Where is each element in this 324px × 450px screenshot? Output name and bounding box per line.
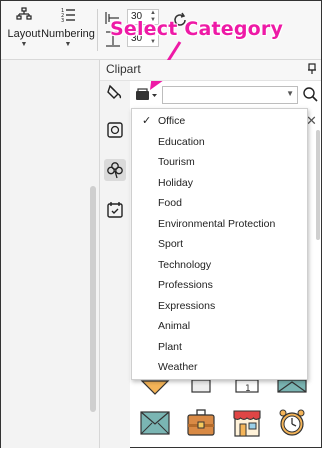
menu-item-tourism[interactable]: Tourism [132, 152, 307, 172]
search-icon [303, 87, 318, 102]
left-scrollbar[interactable] [90, 186, 96, 412]
menu-item-food[interactable]: Food [132, 193, 307, 213]
menu-item-label: Tourism [158, 156, 195, 168]
menu-item-education[interactable]: Education [132, 132, 307, 152]
menu-item-label: Food [158, 197, 182, 209]
menu-item-technology[interactable]: Technology [132, 255, 307, 275]
category-icon-strip [100, 81, 130, 448]
envelope-icon[interactable] [277, 380, 307, 410]
menu-item-holiday[interactable]: Holiday [132, 173, 307, 193]
menu-item-office[interactable]: ✓ Office [132, 111, 307, 131]
menu-item-environmental-protection[interactable]: Environmental Protection [132, 214, 307, 234]
checkmark-icon: ✓ [142, 115, 152, 127]
menu-item-label: Weather [158, 361, 198, 373]
menu-item-sport[interactable]: Sport [132, 234, 307, 254]
alarm-clock-icon[interactable] [277, 408, 307, 438]
svg-text:1: 1 [245, 384, 251, 394]
menu-item-professions[interactable]: Professions [132, 275, 307, 295]
menu-item-label: Holiday [158, 176, 194, 189]
menu-item-label: Education [158, 135, 205, 148]
clipart-toolbar: ▼ [130, 84, 321, 108]
category-dropdown-menu: ✓ Office Education Tourism Holiday Food … [131, 108, 308, 380]
menu-item-label: Office [158, 115, 186, 127]
menu-item-label: Technology [158, 258, 212, 271]
package-icon[interactable] [140, 380, 170, 410]
search-button[interactable] [302, 86, 318, 104]
chevron-down-icon[interactable]: ▼ [286, 89, 294, 98]
calendar-icon [107, 202, 123, 218]
side-tab-paint[interactable] [104, 81, 126, 103]
search-input[interactable]: ▼ [162, 86, 298, 104]
paint-bucket-icon [107, 84, 122, 99]
category-icon [136, 88, 157, 100]
panel-title: Clipart [106, 62, 141, 76]
flower-frame-icon [107, 122, 123, 138]
menu-item-expressions[interactable]: Expressions [132, 296, 307, 316]
side-tab-frame[interactable] [104, 119, 126, 141]
clipart-panel-header: Clipart [100, 60, 321, 81]
pin-icon[interactable] [307, 63, 317, 75]
side-tab-clipart[interactable] [104, 159, 126, 181]
clover-icon [107, 162, 123, 179]
menu-item-label: Sport [158, 238, 184, 250]
menu-item-label: Animal [158, 320, 191, 332]
briefcase-icon[interactable] [186, 408, 216, 438]
menu-item-label: Expressions [158, 299, 216, 312]
calendar-page-icon[interactable]: 1 [232, 380, 262, 410]
menu-item-plant[interactable]: Plant [132, 337, 307, 357]
left-panel [1, 60, 100, 448]
envelope-icon[interactable] [140, 408, 170, 438]
menu-item-animal[interactable]: Animal [132, 316, 307, 336]
menu-item-weather[interactable]: Weather [132, 357, 307, 377]
menu-item-label: Environmental Protection [158, 217, 276, 230]
clipart-scrollbar[interactable] [316, 130, 320, 240]
shop-icon[interactable] [232, 408, 262, 438]
side-tab-calendar[interactable] [104, 199, 126, 221]
paper-icon[interactable] [186, 380, 216, 410]
select-category-button[interactable] [134, 85, 160, 105]
menu-item-label: Professions [158, 279, 213, 291]
menu-item-label: Plant [158, 340, 182, 353]
